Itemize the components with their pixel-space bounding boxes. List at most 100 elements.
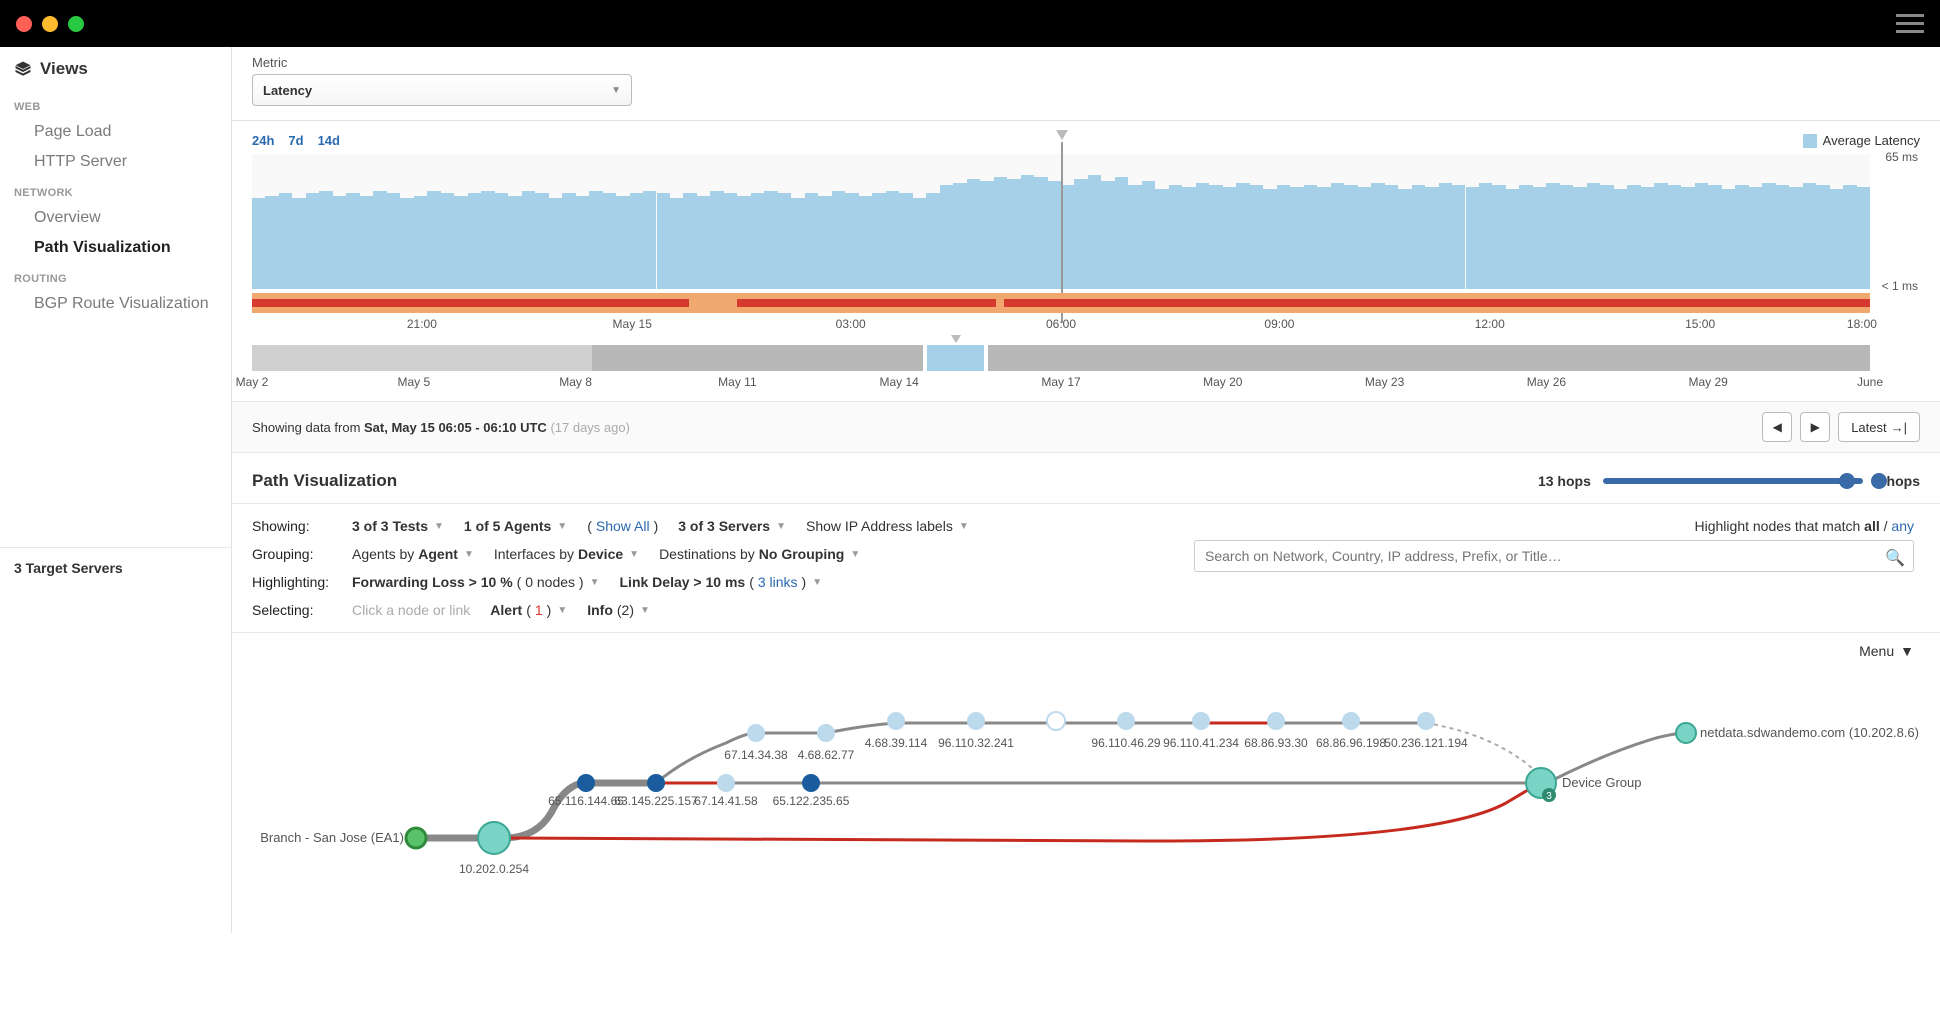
scrubber-labels: May 2May 5May 8May 11May 14May 17May 20M…: [252, 375, 1870, 393]
node-destination[interactable]: [1676, 723, 1696, 743]
scrubber[interactable]: [252, 345, 1870, 371]
show-all-link[interactable]: Show All: [596, 518, 650, 534]
metric-row: Metric Latency ▼: [232, 47, 1940, 121]
node-hop[interactable]: [967, 712, 985, 730]
sidebar-item-http-server[interactable]: HTTP Server: [0, 147, 231, 177]
chart-legend: Average Latency: [1803, 133, 1920, 148]
axis-labels-top: 21:00May 1503:0006:0009:0012:0015:0018:0…: [252, 317, 1870, 335]
prev-interval-button[interactable]: ◀: [1762, 412, 1792, 442]
y-tick-max: 65 ms: [1885, 150, 1918, 164]
search-box[interactable]: 🔍: [1194, 540, 1914, 572]
sidebar-header: Views: [0, 59, 231, 91]
fwd-loss-filter[interactable]: Forwarding Loss > 10 % ( 0 nodes ) ▼: [352, 574, 600, 590]
show-ip-labels[interactable]: Show IP Address labels▼: [806, 518, 969, 534]
node-hop-hollow[interactable]: [1047, 712, 1065, 730]
slider-knob-left[interactable]: [1839, 473, 1855, 489]
layers-icon: [14, 60, 32, 78]
search-input[interactable]: [1205, 541, 1879, 571]
node-hop[interactable]: [1342, 712, 1360, 730]
node-hop[interactable]: [1192, 712, 1210, 730]
hops-left-label: 13 hops: [1538, 473, 1591, 489]
chevron-down-icon: ▼: [959, 521, 969, 532]
link-delay-filter[interactable]: Link Delay > 10 ms ( 3 links ) ▼: [620, 574, 823, 590]
metric-selected-value: Latency: [263, 83, 312, 98]
sidebar-section-network: NETWORK: [0, 177, 231, 203]
group-agents-by[interactable]: Agents by Agent▼: [352, 546, 474, 562]
svg-text:4.68.39.114: 4.68.39.114: [865, 736, 928, 750]
svg-text:63.145.225.157: 63.145.225.157: [614, 794, 698, 808]
selecting-label: Selecting:: [252, 602, 332, 618]
sidebar-section-routing: ROUTING: [0, 263, 231, 289]
legend-label: Average Latency: [1823, 133, 1920, 148]
views-sidebar: Views WEB Page Load HTTP Server NETWORK …: [0, 47, 232, 933]
info-dropdown[interactable]: Info (2)▼: [587, 602, 650, 618]
svg-text:96.110.41.234: 96.110.41.234: [1163, 736, 1239, 750]
svg-text:67.14.34.38: 67.14.34.38: [724, 748, 788, 762]
topology-menu[interactable]: Menu▼: [1859, 643, 1914, 659]
showing-agents[interactable]: 1 of 5 Agents▼: [464, 518, 567, 534]
selecting-hint: Click a node or link: [352, 602, 470, 618]
node-hop[interactable]: [1267, 712, 1285, 730]
controls-block: Highlight nodes that match all / any 🔍 S…: [232, 504, 1940, 633]
sidebar-item-overview[interactable]: Overview: [0, 203, 231, 233]
showing-tests[interactable]: 3 of 3 Tests▼: [352, 518, 444, 534]
chevron-down-icon: ▼: [640, 605, 650, 616]
topology-graph[interactable]: 3 Branch - San Jose (EA1) 10.202.0.254 6…: [252, 663, 1920, 903]
svg-text:96.110.46.29: 96.110.46.29: [1091, 736, 1161, 750]
slider-knob-right[interactable]: [1871, 473, 1887, 489]
highlight-match-label: Highlight nodes that match all / any: [1695, 518, 1914, 534]
node-hop[interactable]: [1417, 712, 1435, 730]
node-hop[interactable]: [747, 724, 765, 742]
sidebar-section-web: WEB: [0, 91, 231, 117]
hamburger-menu-icon[interactable]: [1896, 14, 1924, 33]
chevron-down-icon: ▼: [557, 521, 567, 532]
group-destinations-by[interactable]: Destinations by No Grouping▼: [659, 546, 860, 562]
pv-title: Path Visualization: [252, 471, 397, 491]
svg-text:68.86.93.30: 68.86.93.30: [1244, 736, 1308, 750]
sidebar-item-page-load[interactable]: Page Load: [0, 117, 231, 147]
svg-text:Branch - San Jose (EA1): Branch - San Jose (EA1): [260, 830, 404, 845]
group-interfaces-by[interactable]: Interfaces by Device▼: [494, 546, 639, 562]
latest-button[interactable]: Latest→|: [1838, 412, 1920, 442]
match-any-link[interactable]: any: [1891, 518, 1914, 534]
node-hop[interactable]: [802, 774, 820, 792]
minimize-window-icon[interactable]: [42, 16, 58, 32]
hops-slider[interactable]: 13 hops 0 hops: [1538, 473, 1920, 489]
skip-end-icon: →|: [1891, 420, 1907, 435]
showing-servers[interactable]: 3 of 3 Servers▼: [678, 518, 786, 534]
node-router-source[interactable]: [478, 822, 510, 854]
node-source[interactable]: [406, 828, 426, 848]
chevron-down-icon: ▼: [611, 85, 621, 96]
time-range-7d[interactable]: 7d: [288, 133, 303, 148]
latency-chart[interactable]: 65 ms < 1 ms: [252, 154, 1870, 289]
svg-text:68.86.96.198: 68.86.96.198: [1316, 736, 1386, 750]
sidebar-item-path-visualization[interactable]: Path Visualization: [0, 233, 231, 263]
node-hop[interactable]: [717, 774, 735, 792]
showing-label: Showing:: [252, 518, 332, 534]
svg-text:96.110.32.241: 96.110.32.241: [938, 736, 1014, 750]
next-interval-button[interactable]: ▶: [1800, 412, 1830, 442]
svg-text:65.122.235.65: 65.122.235.65: [773, 794, 850, 808]
node-hop[interactable]: [887, 712, 905, 730]
sidebar-title: Views: [40, 59, 88, 79]
node-hop[interactable]: [1117, 712, 1135, 730]
showing-data-from: Showing data from Sat, May 15 06:05 - 06…: [252, 420, 630, 435]
scrubber-dim: [252, 345, 592, 371]
traffic-lights: [16, 16, 84, 32]
maximize-window-icon[interactable]: [68, 16, 84, 32]
legend-swatch: [1803, 134, 1817, 148]
alert-dropdown[interactable]: Alert (1)▼: [490, 602, 567, 618]
node-hop[interactable]: [577, 774, 595, 792]
metric-select[interactable]: Latency ▼: [252, 74, 632, 106]
time-range-bold: Sat, May 15 06:05 - 06:10 UTC: [364, 420, 547, 435]
sidebar-footer-target-servers: 3 Target Servers: [0, 547, 231, 588]
time-range-24h[interactable]: 24h: [252, 133, 274, 148]
node-hop[interactable]: [817, 724, 835, 742]
svg-text:50.236.121.194: 50.236.121.194: [1384, 736, 1468, 750]
node-hop[interactable]: [647, 774, 665, 792]
sidebar-item-bgp-route[interactable]: BGP Route Visualization: [0, 289, 231, 319]
close-window-icon[interactable]: [16, 16, 32, 32]
time-range-14d[interactable]: 14d: [318, 133, 340, 148]
search-icon[interactable]: 🔍: [1885, 548, 1905, 568]
slider-track[interactable]: [1603, 478, 1863, 484]
